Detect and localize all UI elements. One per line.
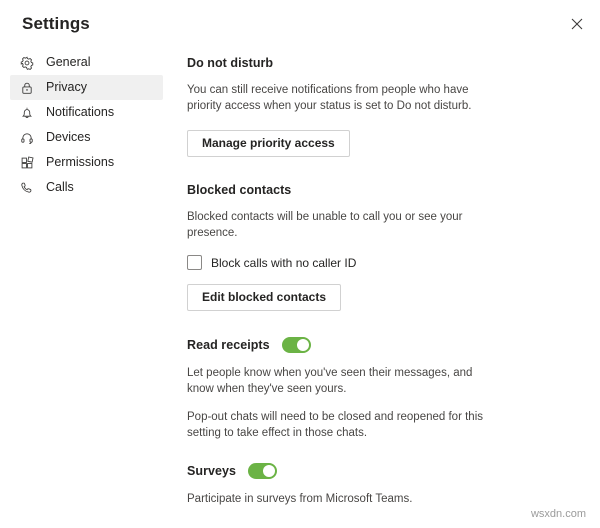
blocked-contacts-description: Blocked contacts will be unable to call … — [187, 211, 463, 239]
lock-icon — [18, 79, 36, 97]
read-receipts-toggle[interactable] — [281, 337, 311, 353]
sidebar-item-label: Permissions — [46, 155, 115, 169]
block-anonymous-calls-checkbox-row[interactable]: Block calls with no caller ID — [187, 255, 517, 270]
section-heading-do-not-disturb: Do not disturb — [187, 56, 274, 70]
section-heading-blocked-contacts: Blocked contacts — [187, 183, 292, 197]
phone-icon — [18, 179, 36, 197]
block-anonymous-calls-checkbox[interactable] — [187, 255, 202, 270]
surveys-row: Surveys — [187, 463, 517, 479]
sidebar-item-label: Privacy — [46, 80, 87, 94]
sidebar-item-label: General — [46, 55, 91, 69]
read-receipts-description-2: Pop-out chats will need to be closed and… — [187, 411, 483, 439]
sidebar-item-general[interactable]: General — [10, 50, 163, 75]
dialog-titlebar: Settings — [0, 0, 600, 46]
app-grid-icon — [18, 154, 36, 172]
edit-blocked-contacts-button[interactable]: Edit blocked contacts — [187, 284, 342, 311]
surveys-toggle[interactable] — [248, 463, 277, 479]
watermark: wsxdn.com — [530, 508, 586, 520]
surveys-description: Participate in surveys from Microsoft Te… — [187, 493, 413, 505]
sidebar-item-devices[interactable]: Devices — [10, 125, 163, 150]
headset-icon — [18, 129, 36, 147]
page-title: Settings — [22, 14, 90, 33]
section-heading-read-receipts: Read receipts — [187, 338, 270, 352]
sidebar-item-privacy[interactable]: Privacy — [10, 75, 163, 100]
privacy-settings-panel: Do not disturb You can still receive not… — [187, 56, 517, 507]
sidebar-item-notifications[interactable]: Notifications — [10, 100, 163, 125]
gear-icon — [18, 54, 36, 72]
read-receipts-row: Read receipts — [187, 337, 517, 353]
close-button[interactable] — [564, 11, 590, 37]
toggle-knob — [296, 339, 309, 351]
read-receipts-description-1: Let people know when you've seen their m… — [187, 367, 473, 395]
sidebar-item-label: Devices — [46, 130, 91, 144]
bell-icon — [18, 104, 36, 122]
sidebar-item-label: Notifications — [46, 105, 115, 119]
section-heading-surveys: Surveys — [187, 464, 236, 478]
do-not-disturb-description: You can still receive notifications from… — [187, 84, 472, 112]
block-anonymous-calls-label: Block calls with no caller ID — [211, 255, 357, 270]
sidebar-item-permissions[interactable]: Permissions — [10, 150, 163, 175]
settings-dialog: Settings General Privacy Notifications D… — [0, 0, 600, 528]
sidebar-item-label: Calls — [46, 180, 74, 194]
close-icon — [571, 18, 583, 30]
toggle-knob — [263, 465, 275, 477]
manage-priority-access-button[interactable]: Manage priority access — [187, 130, 350, 157]
settings-sidebar: General Privacy Notifications Devices Pe… — [0, 50, 175, 200]
sidebar-item-calls[interactable]: Calls — [10, 175, 163, 200]
